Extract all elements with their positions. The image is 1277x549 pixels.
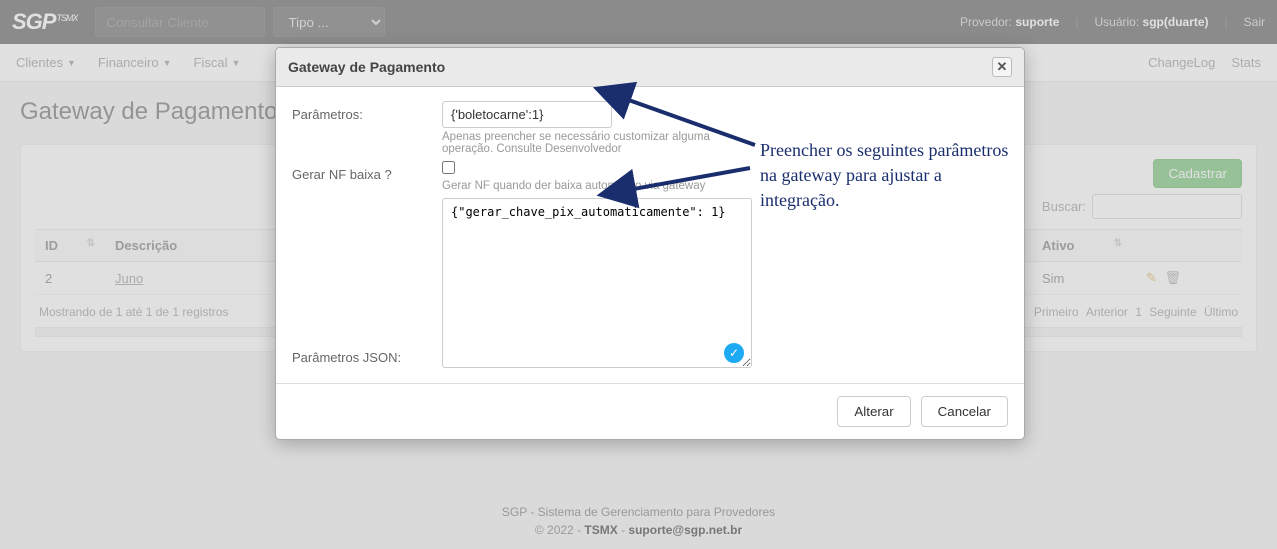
modal-body: Parâmetros: Apenas preencher se necessár… xyxy=(276,87,1024,383)
modal-footer: Alterar Cancelar xyxy=(276,383,1024,439)
parametros-input[interactable] xyxy=(442,101,612,128)
cancelar-button[interactable]: Cancelar xyxy=(921,396,1008,427)
modal-title: Gateway de Pagamento xyxy=(288,59,445,75)
gerar-nf-help: Gerar NF quando der baixa automático via… xyxy=(442,180,752,192)
gerar-nf-checkbox[interactable] xyxy=(442,161,455,174)
modal: Gateway de Pagamento ✕ Parâmetros: Apena… xyxy=(275,47,1025,440)
parametros-json-label: Parâmetros JSON: xyxy=(292,344,442,371)
grammarly-icon: ✓ xyxy=(724,343,744,363)
parametros-help: Apenas preencher se necessário customiza… xyxy=(442,131,752,155)
close-icon[interactable]: ✕ xyxy=(992,57,1012,77)
alterar-button[interactable]: Alterar xyxy=(837,396,910,427)
parametros-label: Parâmetros: xyxy=(292,101,442,155)
parametros-json-textarea[interactable]: {"gerar_chave_pix_automaticamente": 1} xyxy=(442,198,752,368)
gerar-nf-label: Gerar NF baixa ? xyxy=(292,161,442,192)
footer: SGP - Sistema de Gerenciamento para Prov… xyxy=(0,503,1277,539)
modal-header: Gateway de Pagamento ✕ xyxy=(276,48,1024,87)
